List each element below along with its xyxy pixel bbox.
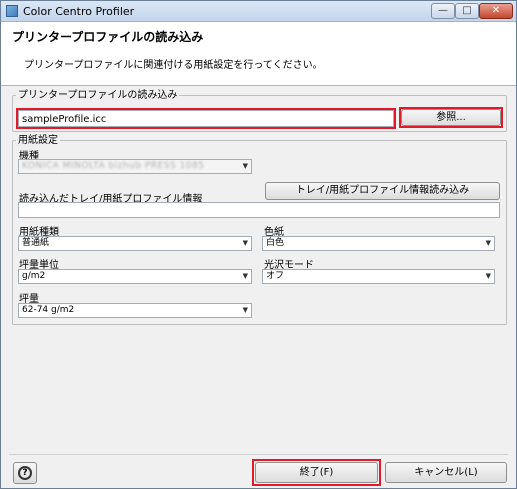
page-description: プリンタープロファイルに関連付ける用紙設定を行ってください。 bbox=[24, 60, 323, 71]
minimize-button[interactable]: — bbox=[431, 3, 455, 19]
gloss-mode-select[interactable]: オフ ▼ bbox=[262, 269, 495, 284]
profile-group-label: プリンタープロファイルの読み込み bbox=[16, 90, 180, 101]
model-value: KONICA MINOLTA bizhub PRESS 1085 bbox=[22, 161, 205, 171]
close-button[interactable]: ✕ bbox=[479, 3, 513, 19]
weight-unit-value: g/m2 bbox=[22, 271, 46, 281]
dialog-header: プリンタープロファイルの読み込み プリンタープロファイルに関連付ける用紙設定を行… bbox=[1, 22, 516, 86]
weight-select[interactable]: 62-74 g/m2 ▼ bbox=[18, 303, 252, 318]
dialog-window: Color Centro Profiler — □ ✕ プリンタープロファイルの… bbox=[0, 0, 517, 489]
window-title: Color Centro Profiler bbox=[23, 5, 135, 18]
app-icon bbox=[6, 5, 18, 17]
footer-divider bbox=[9, 454, 508, 455]
color-paper-value: 白色 bbox=[266, 238, 285, 248]
finish-button[interactable]: 終了(F) bbox=[255, 462, 378, 483]
chevron-down-icon: ▼ bbox=[485, 239, 491, 247]
profile-file-field[interactable]: sampleProfile.icc bbox=[18, 110, 394, 127]
chevron-down-icon: ▼ bbox=[485, 272, 491, 280]
weight-unit-select[interactable]: g/m2 ▼ bbox=[18, 269, 252, 284]
model-select: KONICA MINOLTA bizhub PRESS 1085 ▼ bbox=[18, 159, 252, 174]
help-icon: ? bbox=[18, 466, 32, 480]
weight-value: 62-74 g/m2 bbox=[22, 305, 75, 315]
tray-info-field[interactable] bbox=[18, 202, 500, 218]
gloss-mode-value: オフ bbox=[266, 271, 285, 281]
chevron-down-icon: ▼ bbox=[242, 306, 248, 314]
color-paper-select[interactable]: 白色 ▼ bbox=[262, 236, 495, 251]
chevron-down-icon: ▼ bbox=[242, 239, 248, 247]
paper-type-select[interactable]: 普通紙 ▼ bbox=[18, 236, 252, 251]
page-title: プリンタープロファイルの読み込み bbox=[12, 30, 204, 44]
paper-type-value: 普通紙 bbox=[22, 238, 50, 248]
help-button[interactable]: ? bbox=[13, 462, 37, 484]
browse-button[interactable]: 参照... bbox=[401, 109, 501, 126]
cancel-button[interactable]: キャンセル(L) bbox=[385, 462, 507, 483]
chevron-down-icon: ▼ bbox=[242, 162, 248, 170]
title-bar: Color Centro Profiler — □ ✕ bbox=[1, 1, 516, 22]
chevron-down-icon: ▼ bbox=[242, 272, 248, 280]
paper-group-label: 用紙設定 bbox=[16, 135, 60, 146]
maximize-button[interactable]: □ bbox=[455, 3, 479, 19]
tray-info-load-button[interactable]: トレイ/用紙プロファイル情報読み込み bbox=[265, 182, 500, 200]
